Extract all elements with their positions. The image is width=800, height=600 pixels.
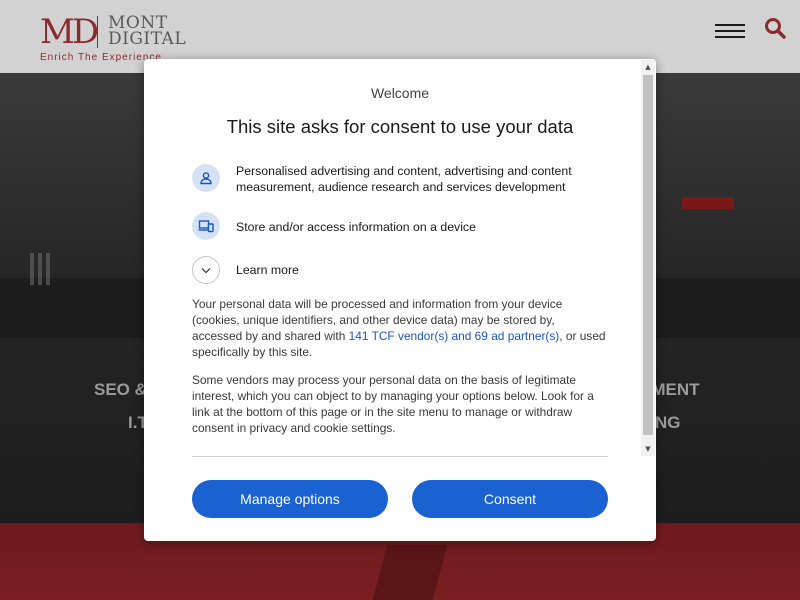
- purpose-label: Store and/or access information on a dev…: [236, 220, 476, 234]
- consent-welcome: Welcome: [370, 85, 430, 101]
- consent-title: This site asks for consent to use your d…: [226, 116, 574, 137]
- purpose-personalised-ads: Personalised advertising and content, ad…: [192, 163, 612, 199]
- scroll-down-arrow-icon[interactable]: ▼: [641, 442, 655, 456]
- manage-options-button[interactable]: Manage options: [192, 480, 388, 518]
- chevron-down-icon[interactable]: [192, 256, 220, 284]
- vendors-link[interactable]: 141 TCF vendor(s) and 69 ad partner(s): [349, 329, 560, 343]
- learn-more-label[interactable]: Learn more: [236, 262, 616, 278]
- dialog-divider: [192, 456, 608, 457]
- consent-body-1: Your personal data will be processed and…: [192, 297, 606, 359]
- devices-icon: [192, 212, 220, 240]
- consent-dialog: Welcome This site asks for consent to us…: [144, 59, 656, 541]
- learn-more-toggle[interactable]: Learn more: [192, 256, 612, 284]
- purpose-label: Personalised advertising and content, ad…: [236, 164, 572, 194]
- purpose-store-access: Store and/or access information on a dev…: [192, 212, 612, 240]
- scroll-thumb[interactable]: [643, 75, 653, 435]
- scroll-up-arrow-icon[interactable]: ▲: [641, 60, 655, 74]
- consent-scroll-area[interactable]: Welcome This site asks for consent to us…: [144, 59, 640, 456]
- dialog-scrollbar[interactable]: ▲ ▼: [641, 60, 655, 456]
- consent-button[interactable]: Consent: [412, 480, 608, 518]
- consent-body-2: Some vendors may process your personal d…: [192, 373, 594, 435]
- person-icon: [192, 164, 220, 192]
